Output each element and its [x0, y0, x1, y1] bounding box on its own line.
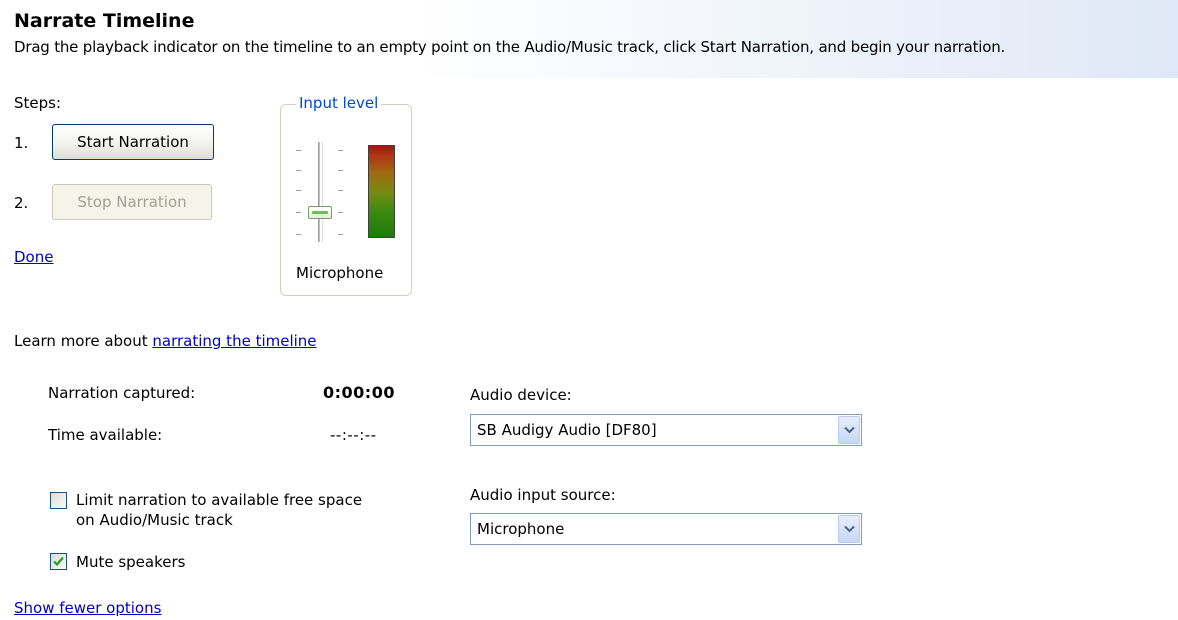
limit-narration-label-line1: Limit narration to available free space	[76, 491, 363, 509]
slider-tick	[296, 234, 301, 235]
stop-narration-button[interactable]: Stop Narration	[52, 184, 212, 220]
checkmark-icon	[53, 556, 64, 567]
audio-device-select[interactable]: SB Audigy Audio [DF80]	[470, 414, 862, 446]
steps-label: Steps:	[14, 94, 62, 112]
mute-speakers-label: Mute speakers	[76, 553, 186, 571]
limit-narration-checkbox[interactable]	[50, 492, 67, 509]
time-available-value: --:--:--	[330, 426, 377, 444]
step2-number: 2.	[14, 194, 29, 212]
step1-number: 1.	[14, 134, 29, 152]
narration-captured-label: Narration captured:	[48, 384, 196, 402]
show-fewer-options-link[interactable]: Show fewer options	[14, 599, 161, 617]
audio-input-source-value: Microphone	[477, 520, 565, 538]
audio-device-value: SB Audigy Audio [DF80]	[477, 421, 657, 439]
slider-tick	[338, 234, 343, 235]
header-banner: Narrate Timeline Drag the playback indic…	[0, 0, 1178, 78]
chevron-down-icon[interactable]	[838, 416, 860, 444]
slider-tick	[296, 150, 301, 151]
input-level-legend: Input level	[296, 94, 382, 112]
input-source-caption: Microphone	[296, 264, 384, 282]
input-level-slider-track[interactable]	[318, 142, 323, 242]
chevron-down-icon[interactable]	[838, 515, 860, 543]
start-narration-button[interactable]: Start Narration	[52, 124, 214, 160]
instructions-text: Drag the playback indicator on the timel…	[14, 38, 1006, 56]
audio-input-source-select[interactable]: Microphone	[470, 513, 862, 545]
slider-tick	[338, 212, 343, 213]
time-available-label: Time available:	[48, 426, 163, 444]
input-level-meter	[368, 145, 395, 238]
learn-more-prefix: Learn more about	[14, 332, 148, 350]
done-link[interactable]: Done	[14, 248, 53, 266]
slider-tick	[338, 150, 343, 151]
slider-tick	[338, 190, 343, 191]
audio-input-source-label: Audio input source:	[470, 486, 616, 504]
limit-narration-label: Limit narration to available free space …	[76, 490, 362, 530]
slider-tick	[296, 170, 301, 171]
learn-more-row: Learn more about narrating the timeline	[14, 332, 317, 350]
slider-tick	[338, 170, 343, 171]
mute-speakers-checkbox[interactable]	[50, 553, 67, 570]
slider-tick	[296, 190, 301, 191]
narrating-timeline-link[interactable]: narrating the timeline	[152, 332, 316, 350]
limit-narration-label-line2: on Audio/Music track	[76, 511, 233, 529]
narration-captured-value: 0:00:00	[323, 383, 395, 402]
page-title: Narrate Timeline	[14, 10, 195, 32]
slider-tick	[296, 212, 301, 213]
input-level-slider-thumb[interactable]	[308, 206, 332, 219]
audio-device-label: Audio device:	[470, 386, 572, 404]
